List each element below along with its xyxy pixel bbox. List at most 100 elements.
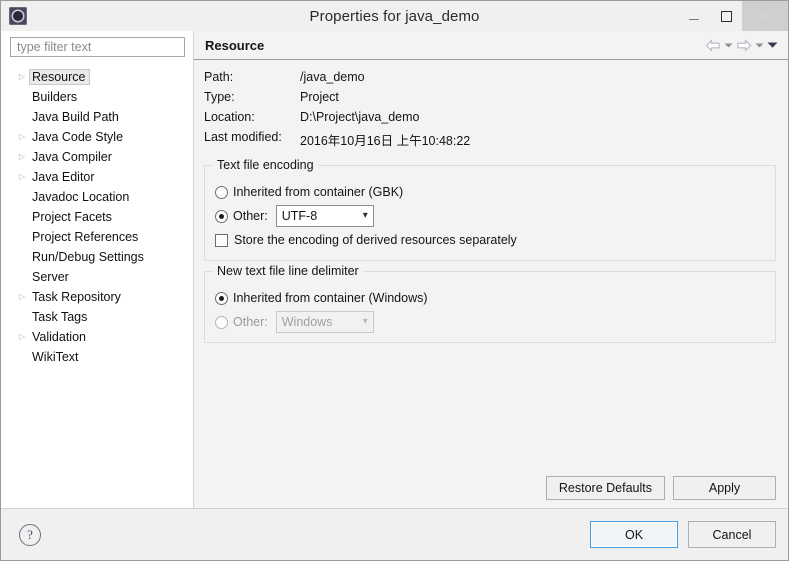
dialog-footer: ? OK Cancel [1,508,788,560]
restore-defaults-button[interactable]: Restore Defaults [546,476,665,500]
expand-triangle-icon[interactable]: ▷ [15,293,29,301]
sidebar-item-label: Project Facets [29,209,116,225]
store-encoding-row[interactable]: Store the encoding of derived resources … [215,228,765,252]
sidebar-item-task-tags[interactable]: Task Tags [1,307,193,327]
sidebar-item-project-facets[interactable]: Project Facets [1,207,193,227]
footer-buttons: OK Cancel [590,521,776,548]
text-file-encoding-group: Text file encoding Inherited from contai… [204,165,776,261]
delimiter-other-radio[interactable] [215,316,228,329]
sidebar-item-label: Task Repository [29,289,125,305]
type-value: Project [300,90,470,110]
sidebar-item-label: Java Compiler [29,149,116,165]
sidebar-item-java-build-path[interactable]: Java Build Path [1,107,193,127]
filter-input[interactable] [15,39,180,55]
title-bar: Properties for java_demo × [1,1,788,31]
table-row: Last modified: 2016年10月16日 上午10:48:22 [204,130,470,155]
window-controls: × [678,1,788,31]
table-row: Path: /java_demo [204,70,470,90]
expand-triangle-icon[interactable]: ▷ [15,153,29,161]
sidebar-item-run-debug-settings[interactable]: Run/Debug Settings [1,247,193,267]
last-modified-value: 2016年10月16日 上午10:48:22 [300,130,470,155]
settings-tree-panel: ▷ResourceBuildersJava Build Path▷Java Co… [1,31,194,508]
text-file-encoding-group-title: Text file encoding [213,158,318,172]
minimize-button[interactable] [678,1,710,31]
sidebar-item-label: Javadoc Location [29,189,133,205]
forward-menu-chevron-down-icon[interactable] [755,42,764,49]
sidebar-item-label: WikiText [29,349,83,365]
sidebar-item-server[interactable]: Server [1,267,193,287]
settings-tree[interactable]: ▷ResourceBuildersJava Build Path▷Java Co… [1,65,193,508]
expand-triangle-icon[interactable]: ▷ [15,333,29,341]
properties-dialog-window: Properties for java_demo × ▷ResourceBuil… [0,0,789,561]
sidebar-item-label: Run/Debug Settings [29,249,148,265]
window-title: Properties for java_demo [1,8,788,25]
encoding-other-label: Other: [233,209,268,223]
location-label: Location: [204,110,300,130]
sidebar-item-label: Java Editor [29,169,99,185]
back-menu-chevron-down-icon[interactable] [724,42,733,49]
delimiter-inherited-row[interactable]: Inherited from container (Windows) [215,286,765,310]
delimiter-select: Windows ▾ [276,311,374,333]
sidebar-item-javadoc-location[interactable]: Javadoc Location [1,187,193,207]
line-delimiter-group-title: New text file line delimiter [213,264,363,278]
delimiter-select-value: Windows [282,315,333,329]
encoding-select[interactable]: UTF-8 ▾ [276,205,374,227]
page-menu-chevron-down-filled-icon[interactable] [767,41,778,49]
sidebar-item-label: Builders [29,89,81,105]
sidebar-item-project-references[interactable]: Project References [1,227,193,247]
cancel-button[interactable]: Cancel [688,521,776,548]
sidebar-item-java-editor[interactable]: ▷Java Editor [1,167,193,187]
delimiter-inherited-radio[interactable] [215,292,228,305]
sidebar-item-label: Project References [29,229,142,245]
encoding-select-value: UTF-8 [282,209,317,223]
dialog-body: ▷ResourceBuildersJava Build Path▷Java Co… [1,31,788,508]
close-button[interactable]: × [742,1,788,31]
sidebar-item-label: Server [29,269,73,285]
store-encoding-label: Store the encoding of derived resources … [234,233,517,247]
table-row: Location: D:\Project\java_demo [204,110,470,130]
page-button-bar: Restore Defaults Apply [194,476,788,508]
page-content: Path: /java_demo Type: Project Location:… [194,60,788,476]
back-arrow-icon[interactable] [705,39,721,52]
sidebar-item-java-compiler[interactable]: ▷Java Compiler [1,147,193,167]
page-header: Resource [194,31,788,60]
sidebar-item-label: Java Build Path [29,109,123,125]
encoding-inherited-label: Inherited from container (GBK) [233,185,403,199]
expand-triangle-icon[interactable]: ▷ [15,133,29,141]
sidebar-item-wikitext[interactable]: WikiText [1,347,193,367]
maximize-button[interactable] [710,1,742,31]
page-panel: Resource [194,31,788,508]
resource-info-table: Path: /java_demo Type: Project Location:… [204,70,470,155]
chevron-down-icon: ▾ [363,211,368,221]
expand-triangle-icon[interactable]: ▷ [15,73,29,81]
page-nav-icons [705,39,778,52]
last-modified-label: Last modified: [204,130,300,155]
store-encoding-checkbox[interactable] [215,234,228,247]
sidebar-item-label: Validation [29,329,90,345]
sidebar-item-label: Resource [29,69,90,85]
sidebar-item-builders[interactable]: Builders [1,87,193,107]
apply-button[interactable]: Apply [673,476,776,500]
sidebar-item-resource[interactable]: ▷Resource [1,67,193,87]
line-delimiter-group: New text file line delimiter Inherited f… [204,271,776,343]
page-title: Resource [205,38,264,53]
ok-button[interactable]: OK [590,521,678,548]
delimiter-other-label: Other: [233,315,268,329]
encoding-inherited-row[interactable]: Inherited from container (GBK) [215,180,765,204]
help-question-icon[interactable]: ? [19,524,41,546]
expand-triangle-icon[interactable]: ▷ [15,173,29,181]
forward-arrow-icon[interactable] [736,39,752,52]
filter-box[interactable] [10,37,185,57]
encoding-other-row[interactable]: Other: UTF-8 ▾ [215,204,765,228]
encoding-inherited-radio[interactable] [215,186,228,199]
path-label: Path: [204,70,300,90]
chevron-down-icon: ▾ [363,317,368,327]
eclipse-gear-icon [9,7,27,25]
encoding-other-radio[interactable] [215,210,228,223]
sidebar-item-java-code-style[interactable]: ▷Java Code Style [1,127,193,147]
type-label: Type: [204,90,300,110]
sidebar-item-task-repository[interactable]: ▷Task Repository [1,287,193,307]
sidebar-item-validation[interactable]: ▷Validation [1,327,193,347]
sidebar-item-label: Task Tags [29,309,91,325]
delimiter-other-row[interactable]: Other: Windows ▾ [215,310,765,334]
